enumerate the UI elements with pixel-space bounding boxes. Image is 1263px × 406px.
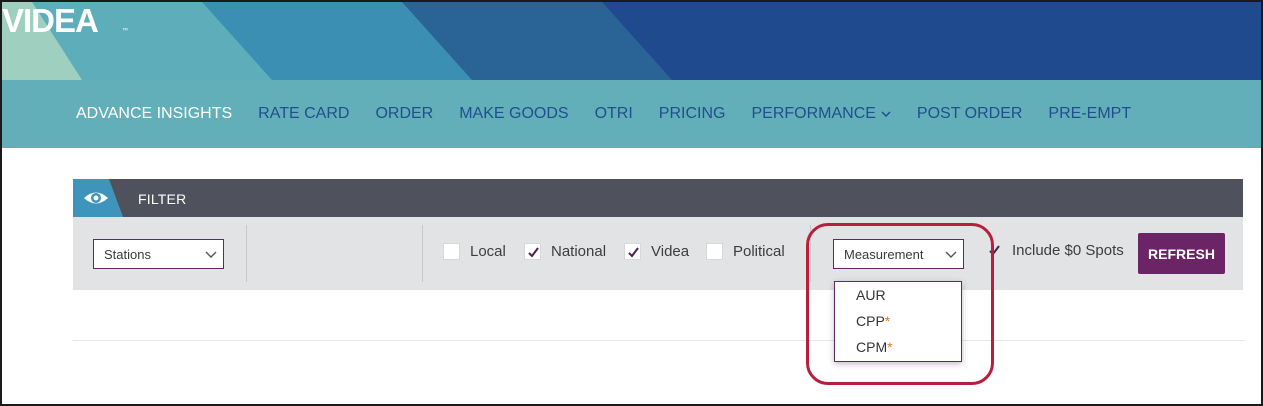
political-checkbox[interactable]: Political — [706, 243, 785, 260]
nav-label: OTRI — [594, 105, 633, 122]
content-divider — [73, 340, 1245, 341]
checkbox-label: Local — [470, 243, 506, 260]
nav-pricing[interactable]: PRICING — [659, 105, 726, 123]
refresh-button[interactable]: REFRESH — [1138, 233, 1225, 274]
nav-label: MAKE GOODS — [459, 105, 569, 122]
nav-label: PERFORMANCE — [751, 105, 876, 122]
header-banner: VIDEA ™ — [2, 2, 1261, 80]
include-zero-spots-checkbox[interactable]: Include $0 Spots — [987, 242, 1124, 259]
nav-rate-card[interactable]: RATE CARD — [258, 105, 349, 123]
stations-select-value: Stations — [104, 246, 151, 262]
nav-label: ORDER — [375, 105, 434, 122]
nav-pre-empt[interactable]: PRE-EMPT — [1048, 105, 1131, 123]
filter-toggle-tab[interactable] — [73, 179, 135, 217]
app-frame: VIDEA ™ ADVANCE INSIGHTS RATE CARD ORDER… — [0, 0, 1263, 406]
nav-label: PRICING — [658, 105, 726, 122]
logo-tm: ™ — [122, 27, 128, 34]
nav-label: POST ORDER — [916, 105, 1023, 122]
nav-performance[interactable]: PERFORMANCE — [751, 105, 891, 123]
checkbox-box — [443, 243, 460, 260]
divider — [246, 225, 247, 282]
stations-select[interactable]: Stations — [93, 239, 224, 269]
nav-label: RATE CARD — [258, 105, 350, 122]
logo-text: VIDEA — [2, 2, 98, 38]
chevron-down-icon — [881, 111, 891, 118]
checkmark-icon — [628, 247, 639, 258]
nav-order[interactable]: ORDER — [375, 105, 433, 123]
checkbox-label: Videa — [651, 243, 690, 260]
nav-otri[interactable]: OTRI — [595, 105, 633, 123]
nav-label: PRE-EMPT — [1048, 105, 1132, 122]
annotation-highlight — [806, 223, 994, 385]
banner-graphic — [2, 2, 1261, 80]
filter-bar: Stations Local National Videa Political — [73, 217, 1243, 290]
divider — [422, 225, 423, 282]
nav-label: ADVANCE INSIGHTS — [76, 105, 233, 122]
checkbox-box — [706, 243, 723, 260]
checkbox-label: National — [551, 243, 607, 260]
videa-checkbox[interactable]: Videa — [624, 243, 689, 260]
checkmark-icon — [528, 247, 539, 258]
videa-logo[interactable]: VIDEA ™ — [2, 2, 132, 38]
local-checkbox[interactable]: Local — [443, 243, 506, 260]
checkbox-box — [524, 243, 541, 260]
main-nav: ADVANCE INSIGHTS RATE CARD ORDER MAKE GO… — [2, 80, 1261, 148]
filter-title: FILTER — [138, 191, 187, 207]
nav-advance-insights[interactable]: ADVANCE INSIGHTS — [76, 105, 232, 123]
checkbox-box — [624, 243, 641, 260]
checkbox-label: Include $0 Spots — [1012, 242, 1124, 259]
chevron-down-icon — [205, 251, 217, 258]
national-checkbox[interactable]: National — [524, 243, 606, 260]
nav-post-order[interactable]: POST ORDER — [917, 105, 1023, 123]
checkbox-label: Political — [733, 243, 785, 260]
filter-header: FILTER — [73, 179, 1243, 217]
nav-make-goods[interactable]: MAKE GOODS — [459, 105, 568, 123]
